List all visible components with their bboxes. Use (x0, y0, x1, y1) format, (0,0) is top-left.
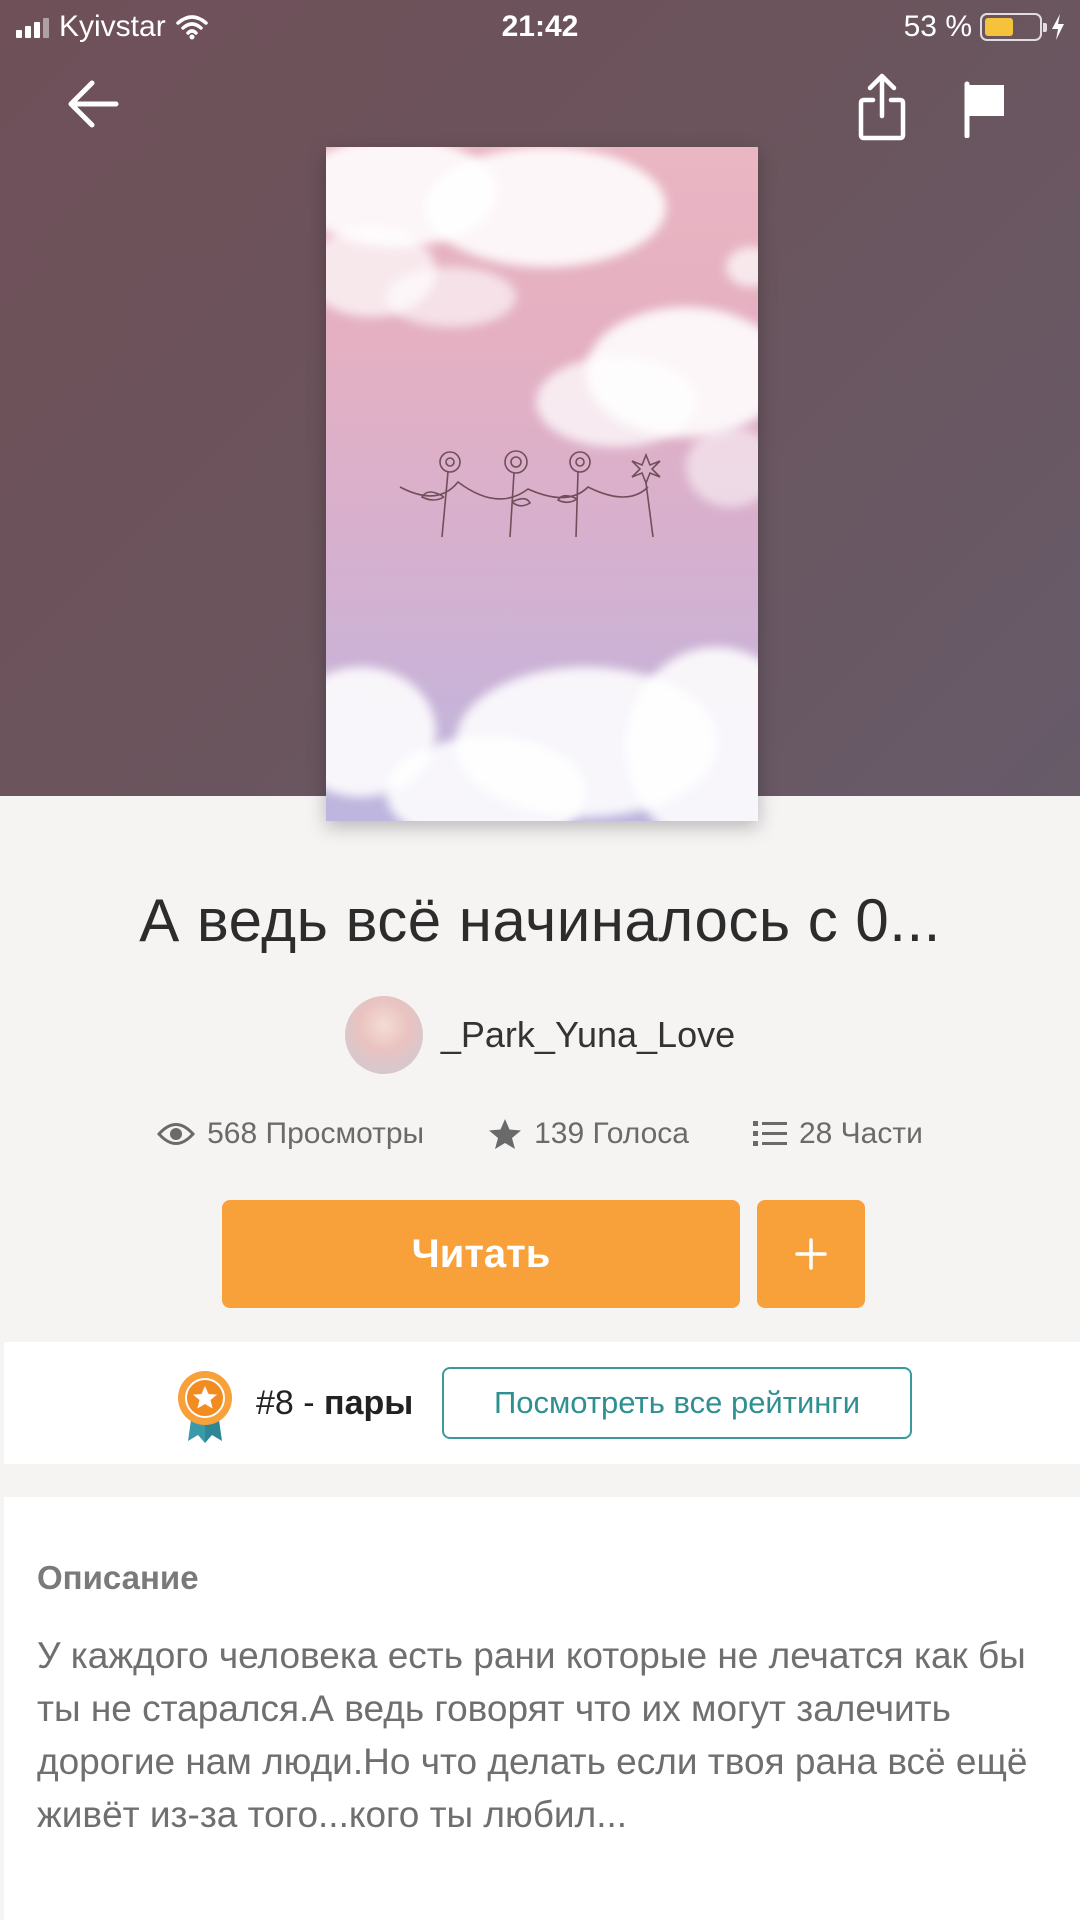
author-row[interactable]: _Park_Yuna_Love (0, 996, 1080, 1074)
views-count: 568 Просмотры (207, 1117, 425, 1150)
add-to-library-button[interactable] (757, 1200, 865, 1308)
rank-category: пары (324, 1384, 414, 1422)
share-button[interactable] (856, 72, 908, 147)
list-icon (752, 1121, 787, 1146)
status-bar: Kyivstar 21:42 53 % (0, 0, 1080, 54)
votes-stat: 139 Голоса (488, 1117, 689, 1151)
battery-icon (980, 13, 1047, 41)
star-icon (489, 1119, 522, 1149)
flag-icon (964, 81, 1004, 139)
charging-icon (1052, 14, 1064, 40)
description-card: Описание У каждого человека есть рани ко… (4, 1497, 1080, 1920)
flowers-drawing (399, 450, 661, 538)
story-cover[interactable] (326, 147, 758, 821)
ranking-bar: #8 - пары Посмотреть все рейтинги (4, 1342, 1080, 1464)
rank-separator: - (293, 1384, 325, 1422)
rank-number: #8 (256, 1384, 294, 1422)
eye-icon (157, 1123, 196, 1145)
views-stat: 568 Просмотры (157, 1117, 424, 1151)
battery-level (985, 18, 1013, 36)
parts-stat: 28 Части (752, 1117, 923, 1151)
description-label: Описание (37, 1559, 199, 1596)
story-stats: 568 Просмотры 139 Голоса 28 Части (0, 1117, 1080, 1151)
report-button[interactable] (962, 80, 1008, 143)
ranking-badge-icon (178, 1371, 232, 1443)
back-button[interactable] (64, 75, 122, 138)
description-text: У каждого человека есть рани которые не … (37, 1635, 1028, 1835)
share-icon (858, 73, 906, 141)
battery-percent: 53 % (903, 10, 972, 43)
view-all-rankings-button[interactable]: Посмотреть все рейтинги (442, 1367, 912, 1439)
read-button[interactable]: Читать (222, 1200, 740, 1308)
votes-count: 139 Голоса (534, 1117, 689, 1150)
story-title: А ведь всё начиналось с 0... (139, 887, 941, 954)
avatar[interactable] (344, 996, 423, 1074)
parts-count: 28 Части (798, 1117, 923, 1150)
ranking-text: #8 - пары (256, 1384, 413, 1423)
arrow-left-icon (68, 80, 119, 128)
author-name[interactable]: _Park_Yuna_Love (441, 1014, 735, 1056)
plus-icon (795, 1238, 827, 1270)
status-right: 53 % (904, 10, 1066, 44)
